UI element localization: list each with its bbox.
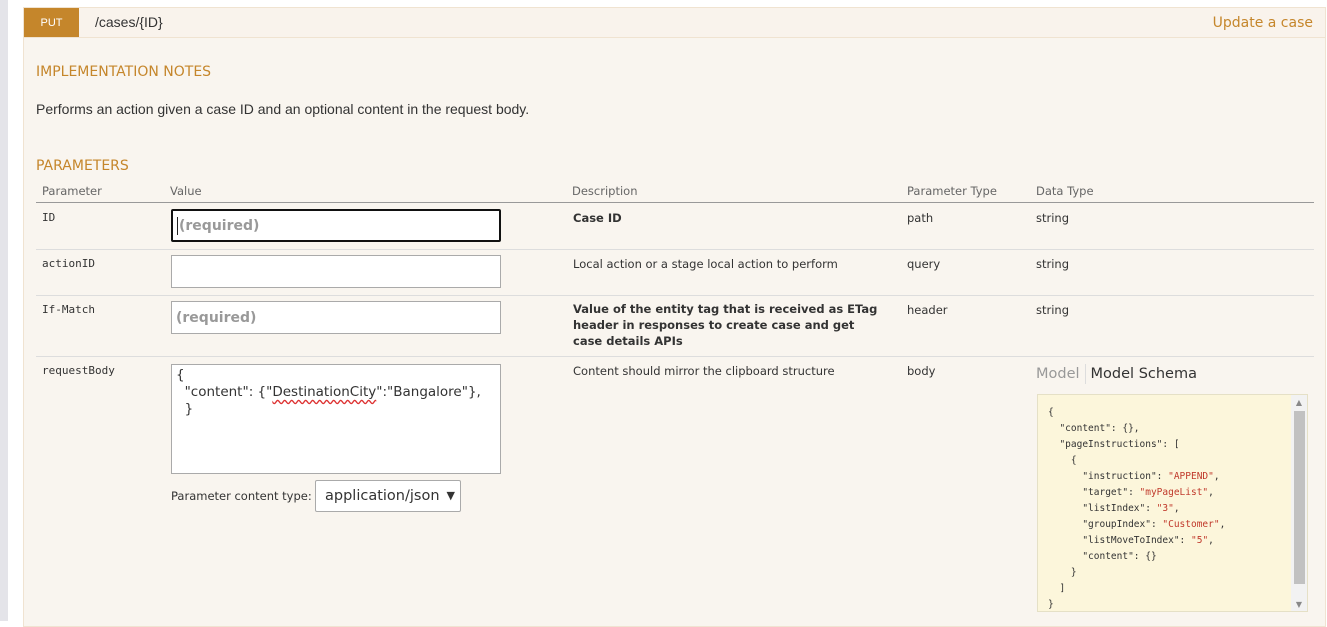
operation-panel: PUT /cases/{ID} Update a case IMPLEMENTA… <box>23 7 1326 627</box>
content-type-label: Parameter content type: <box>171 489 312 503</box>
operation-header[interactable]: PUT /cases/{ID} Update a case <box>24 8 1325 38</box>
body-line: "content": {" <box>176 384 273 400</box>
parameters-table-header: Parameter Value Description Parameter Ty… <box>36 183 1314 203</box>
parameter-name: actionID <box>42 257 95 270</box>
parameter-data-type: string <box>1036 257 1070 271</box>
tab-model-schema[interactable]: Model Schema <box>1091 366 1197 382</box>
header-data-type: Data Type <box>1036 184 1094 198</box>
parameter-row-id: ID (required) Case ID path string <box>36 204 1314 250</box>
parameter-row-requestbody: requestBody { "content": {"DestinationCi… <box>36 357 1314 621</box>
parameter-name: requestBody <box>42 364 115 377</box>
schema-scrollbar[interactable]: ▲ ▼ <box>1291 395 1307 611</box>
body-line: ":"Bangalore"}, <box>376 384 481 400</box>
parameter-row-actionid: actionID Local action or a stage local a… <box>36 250 1314 296</box>
parameters-title: PARAMETERS <box>36 158 129 174</box>
text-caret <box>177 216 178 235</box>
misspelled-word: DestinationCity <box>272 384 377 400</box>
content-type-select[interactable]: application/json ▼ <box>315 480 461 512</box>
id-input-placeholder: (required) <box>179 217 260 234</box>
parameter-description: Value of the entity tag that is received… <box>573 302 878 348</box>
request-body-textarea[interactable]: { "content": {"DestinationCity":"Bangalo… <box>171 364 501 474</box>
chevron-down-icon: ▼ <box>446 489 455 502</box>
body-line: { <box>176 367 185 383</box>
parameter-type: body <box>907 364 936 378</box>
header-parameter: Parameter <box>42 184 102 198</box>
scroll-down-icon[interactable]: ▼ <box>1291 597 1307 611</box>
parameter-type: path <box>907 211 934 225</box>
parameter-type: header <box>907 303 948 317</box>
parameter-name: ID <box>42 211 56 224</box>
operation-path[interactable]: /cases/{ID} <box>95 14 163 30</box>
parameter-description: Content should mirror the clipboard stru… <box>573 364 835 378</box>
tab-separator <box>1084 364 1086 384</box>
model-tabs: Model Model Schema <box>1036 364 1197 384</box>
parameter-description: Case ID <box>573 211 622 225</box>
parameter-data-type: string <box>1036 303 1070 317</box>
header-parameter-type: Parameter Type <box>907 184 997 198</box>
body-line: } <box>176 401 194 417</box>
parameter-type: query <box>907 257 941 271</box>
header-description: Description <box>572 184 638 198</box>
implementation-notes-text: Performs an action given a case ID and a… <box>36 101 530 117</box>
model-schema-code: { "content": {}, "pageInstructions": [ {… <box>1048 407 1226 610</box>
content-type-value: application/json <box>325 488 440 504</box>
model-schema-box[interactable]: { "content": {}, "pageInstructions": [ {… <box>1037 394 1308 612</box>
parameter-row-if-match: If-Match (required) Value of the entity … <box>36 296 1314 357</box>
parameter-name: If-Match <box>42 303 95 316</box>
parameter-data-type: string <box>1036 211 1070 225</box>
tab-model[interactable]: Model <box>1036 366 1080 382</box>
method-badge[interactable]: PUT <box>24 8 79 37</box>
scrollbar-thumb[interactable] <box>1294 411 1305 584</box>
operation-summary[interactable]: Update a case <box>1213 15 1313 31</box>
actionid-input[interactable] <box>171 255 501 288</box>
scroll-up-icon[interactable]: ▲ <box>1291 395 1307 409</box>
parameter-description: Local action or a stage local action to … <box>573 257 838 271</box>
if-match-input-placeholder: (required) <box>176 309 257 326</box>
implementation-notes-title: IMPLEMENTATION NOTES <box>36 64 212 80</box>
id-input[interactable]: (required) <box>171 209 501 242</box>
header-value: Value <box>170 184 202 198</box>
left-gutter <box>0 0 8 621</box>
if-match-input[interactable]: (required) <box>171 301 501 334</box>
